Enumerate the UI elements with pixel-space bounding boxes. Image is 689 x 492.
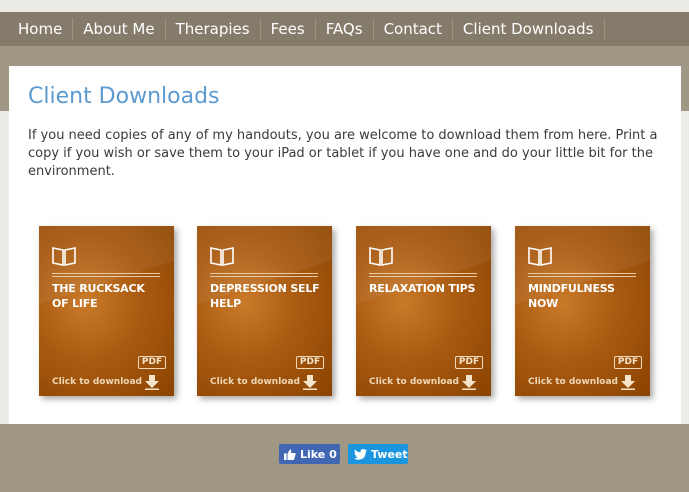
- click-to-download-label: Click to download: [52, 377, 142, 387]
- download-card-relaxation[interactable]: RELAXATION TIPS PDF Click to download: [356, 226, 491, 396]
- page-title: Client Downloads: [28, 84, 220, 109]
- main-nav: Home About Me Therapies Fees FAQs Contac…: [0, 12, 689, 46]
- pdf-badge: PDF: [455, 356, 483, 369]
- download-card-mindfulness[interactable]: MINDFULNESS NOW PDF Click to download: [515, 226, 650, 396]
- content-panel: Client Downloads If you need copies of a…: [9, 66, 681, 424]
- card-divider: [369, 273, 477, 277]
- card-title: THE RUCKSACK OF LIFE: [52, 282, 145, 310]
- nav-item-therapies[interactable]: Therapies: [166, 18, 261, 40]
- twitter-bird-icon: [354, 448, 367, 460]
- nav-item-home[interactable]: Home: [8, 18, 74, 40]
- click-to-download-label: Click to download: [369, 377, 459, 387]
- click-to-download-label: Click to download: [528, 377, 618, 387]
- book-icon: [210, 247, 234, 266]
- book-icon: [52, 247, 76, 266]
- nav-item-fees[interactable]: Fees: [261, 18, 316, 40]
- tweet-button[interactable]: Tweet: [348, 444, 408, 464]
- download-card-depression[interactable]: DEPRESSION SELF HELP PDF Click to downlo…: [197, 226, 332, 396]
- intro-text: If you need copies of any of my handouts…: [28, 128, 658, 179]
- footer-band: [0, 424, 689, 492]
- pdf-badge: PDF: [296, 356, 324, 369]
- thumbs-up-icon: [284, 449, 296, 460]
- download-arrow-icon: [303, 375, 317, 390]
- download-arrow-icon: [462, 375, 476, 390]
- tweet-label: Tweet: [371, 447, 408, 461]
- nav-item-faqs[interactable]: FAQs: [316, 18, 374, 40]
- card-title: DEPRESSION SELF HELP: [210, 282, 320, 310]
- book-icon: [528, 247, 552, 266]
- like-label: Like 0: [300, 447, 337, 461]
- nav-item-about-me[interactable]: About Me: [73, 18, 166, 40]
- download-card-rucksack[interactable]: THE RUCKSACK OF LIFE PDF Click to downlo…: [39, 226, 174, 396]
- pdf-badge: PDF: [138, 356, 166, 369]
- click-to-download-label: Click to download: [210, 377, 300, 387]
- book-icon: [369, 247, 393, 266]
- nav-item-contact[interactable]: Contact: [374, 18, 453, 40]
- card-title: MINDFULNESS NOW: [528, 282, 615, 310]
- pdf-badge: PDF: [614, 356, 642, 369]
- card-divider: [210, 273, 318, 277]
- card-title: RELAXATION TIPS: [369, 282, 476, 295]
- nav-item-client-downloads[interactable]: Client Downloads: [453, 18, 605, 40]
- top-strip: [0, 0, 689, 12]
- download-arrow-icon: [145, 375, 159, 390]
- facebook-like-button[interactable]: Like 0: [279, 444, 340, 464]
- card-divider: [52, 273, 160, 277]
- download-arrow-icon: [621, 375, 635, 390]
- card-divider: [528, 273, 636, 277]
